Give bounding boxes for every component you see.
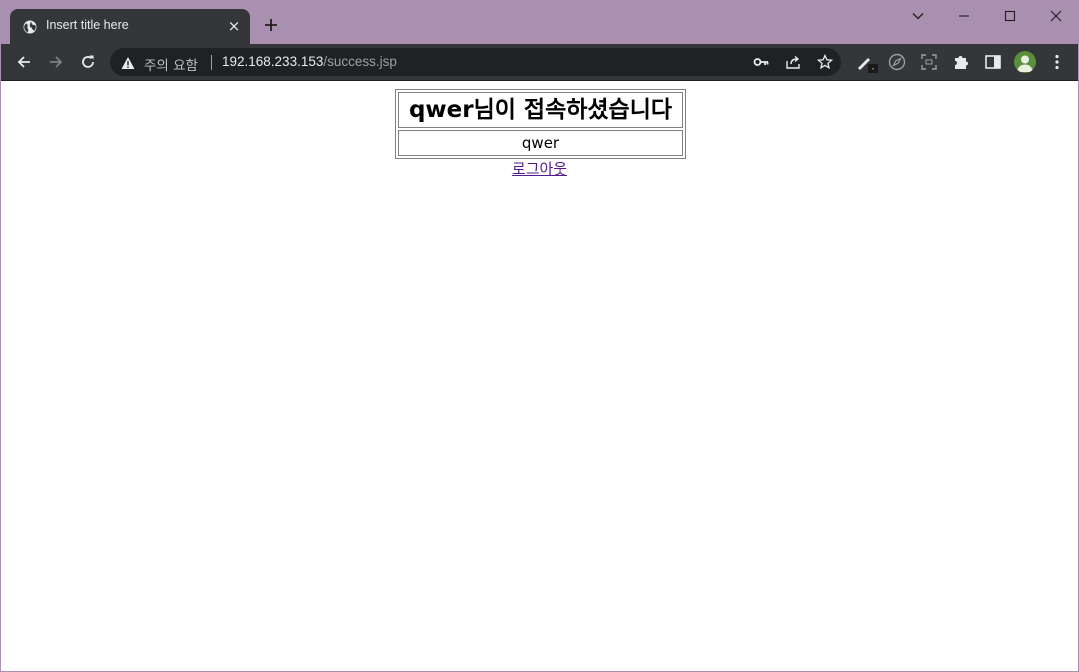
tab-search-chevron-icon[interactable] [895, 1, 941, 31]
screenshot-extension-icon[interactable] [920, 53, 938, 71]
address-bar[interactable]: 주의 요함 192.168.233.153/success.jsp [110, 48, 841, 76]
new-tab-plus-icon[interactable] [261, 15, 281, 35]
tab-active[interactable]: Insert title here × [10, 9, 250, 44]
page-content: qwer님이 접속하셨습니다 qwer 로그아웃 [1, 81, 1078, 671]
browser-window: Insert title here × 주의 요함 192.168.233.15… [0, 0, 1079, 672]
compass-extension-icon[interactable] [888, 53, 906, 71]
reload-icon[interactable] [76, 50, 100, 74]
forward-arrow-icon[interactable] [44, 50, 68, 74]
pen-extension-icon[interactable] [856, 53, 878, 73]
welcome-heading: qwer님이 접속하셨습니다 [408, 97, 673, 123]
warning-triangle-icon[interactable] [121, 55, 135, 74]
tab-title: Insert title here [46, 18, 129, 32]
browser-toolbar: 주의 요함 192.168.233.153/success.jsp [1, 44, 1078, 81]
key-icon[interactable] [753, 54, 769, 70]
url-text[interactable]: 192.168.233.153/success.jsp [222, 54, 397, 69]
bookmark-star-icon[interactable] [816, 53, 834, 70]
tab-close-icon[interactable]: × [226, 18, 242, 34]
user-id-text: qwer [521, 134, 560, 152]
globe-icon [23, 19, 37, 34]
security-warning-text[interactable]: 주의 요함 [144, 54, 198, 74]
minimize-icon[interactable] [941, 1, 987, 31]
more-menu-icon[interactable] [1048, 53, 1066, 71]
maximize-icon[interactable] [987, 1, 1033, 31]
url-host: 192.168.233.153 [222, 54, 324, 69]
logout-link[interactable]: 로그아웃 [512, 160, 567, 178]
profile-avatar-icon[interactable] [1014, 51, 1036, 73]
share-icon[interactable] [785, 54, 801, 70]
side-panel-icon[interactable] [984, 53, 1002, 71]
back-arrow-icon[interactable] [12, 50, 36, 74]
address-separator [211, 55, 212, 70]
welcome-table: qwer님이 접속하셨습니다 qwer [395, 89, 686, 159]
logout-container: 로그아웃 [1, 158, 1078, 179]
user-id-cell: qwer [398, 130, 683, 156]
extensions-puzzle-icon[interactable] [952, 53, 970, 71]
welcome-cell: qwer님이 접속하셨습니다 [398, 92, 683, 128]
close-window-icon[interactable] [1033, 1, 1078, 31]
url-path: /success.jsp [323, 54, 397, 69]
tab-strip: Insert title here × [1, 1, 1078, 44]
